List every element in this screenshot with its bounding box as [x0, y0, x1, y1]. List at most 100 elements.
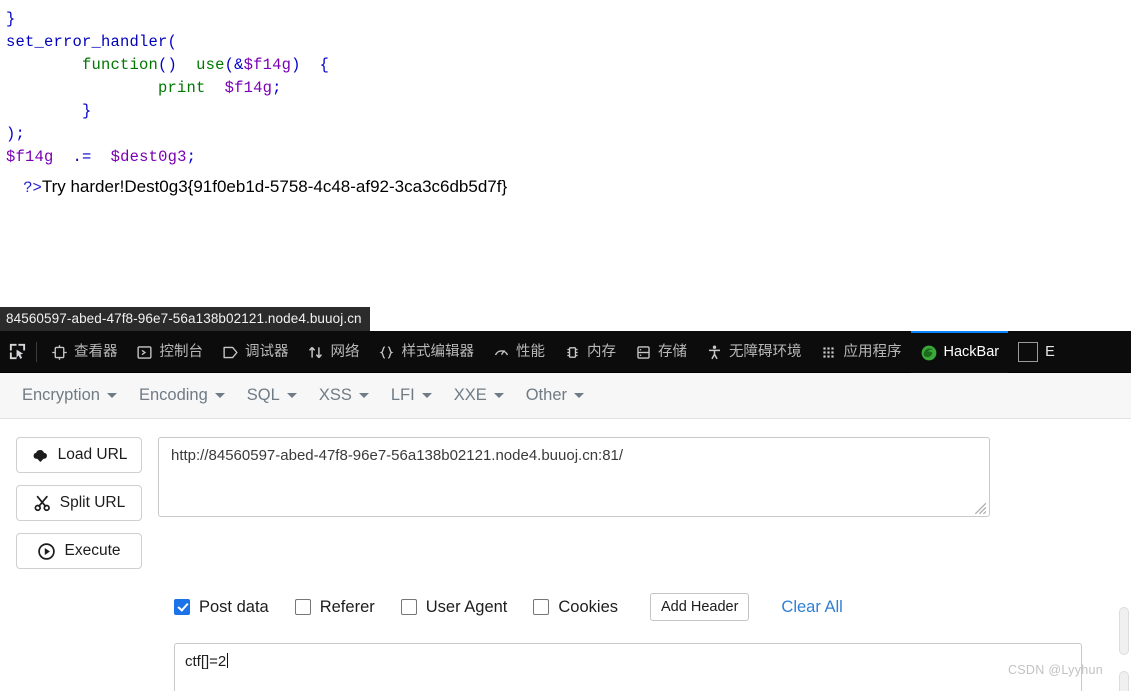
devtools-trailing-label: E	[1045, 343, 1055, 360]
hackbar-menu-xss[interactable]: XSS	[311, 381, 383, 410]
option-user-agent[interactable]: User Agent	[400, 598, 507, 617]
hackbar-menu-label: Other	[525, 386, 567, 404]
hackbar-menu-sql[interactable]: SQL	[239, 381, 311, 410]
checkbox-user-agent[interactable]	[400, 599, 417, 615]
devtools-tab-1[interactable]: 查看器	[41, 331, 127, 373]
devtools-tab-9[interactable]: 无障碍环境	[696, 331, 811, 373]
hackbar-menu-encryption[interactable]: Encryption	[14, 381, 131, 410]
add-header-button[interactable]: Add Header	[650, 593, 750, 621]
php-close-tag: ?>	[23, 179, 42, 197]
cloud-download-icon	[31, 446, 50, 465]
code-token: ;	[272, 78, 282, 97]
text-cursor	[227, 653, 229, 668]
chevron-down-icon	[493, 393, 504, 398]
devtools-tab-label: 性能	[516, 344, 545, 361]
hackbar-menu-other[interactable]: Other	[518, 381, 598, 410]
code-token: set_error_handler	[6, 32, 168, 51]
devtools-tab-3[interactable]: 调试器	[212, 331, 298, 373]
devtools-tab-list: 查看器 控制台 调试器 网络 样式编辑器 性能 内存 存储 无障碍环境 应用程序 HackBar	[41, 330, 1009, 373]
code-token: )	[291, 55, 301, 74]
hackbar-menu-label: SQL	[246, 386, 280, 404]
hackbar-url-row: Load URL Split URL Execute http://84560597…	[0, 437, 1131, 569]
status-bar-link-tooltip: 84560597-abed-47f8-96e7-56a138b02121.nod…	[0, 307, 370, 331]
devtools-tab-label: 样式编辑器	[401, 344, 475, 361]
devtools-tab-label: 内存	[587, 344, 616, 361]
hackbar-panel: Encryption Encoding SQL XSS LFI XXE Other Load…	[0, 373, 1131, 691]
code-token: }	[82, 101, 92, 120]
devtools-tab-5[interactable]: 样式编辑器	[369, 331, 484, 373]
hackbar-menu-label: XXE	[453, 386, 487, 404]
devtools-tab-label: 无障碍环境	[729, 344, 802, 361]
devtools-tab-4[interactable]: 网络	[298, 331, 369, 373]
chevron-down-icon	[214, 393, 225, 398]
devtools-tab-6[interactable]: 性能	[483, 331, 554, 373]
button-label: Split URL	[59, 494, 126, 511]
devtools-tab-label: 控制台	[159, 344, 204, 361]
application-icon	[820, 344, 838, 362]
devtools-tab-label: 存储	[658, 344, 687, 361]
checkbox-referer[interactable]	[294, 599, 311, 615]
hackbar-option-checkboxes: Post data Referer User Agent Cookies	[174, 598, 644, 617]
split-url-button[interactable]: Split URL	[16, 485, 142, 521]
button-label: Load URL	[57, 446, 128, 463]
checkbox-post-data[interactable]	[174, 599, 190, 615]
memory-icon	[563, 344, 581, 362]
inspector-icon	[50, 344, 68, 362]
code-token: )	[6, 124, 16, 143]
resize-handle-icon[interactable]	[973, 501, 987, 515]
devtools-tab-2[interactable]: 控制台	[127, 331, 213, 373]
scrollbar-thumb-lower[interactable]	[1119, 671, 1129, 691]
panel-scrollbar[interactable]	[1117, 601, 1131, 691]
hackbar-menu-label: XSS	[318, 386, 352, 404]
devtools-trailing-checkbox[interactable]	[1018, 341, 1039, 362]
code-token: $f14g	[224, 78, 273, 97]
execute-button[interactable]: Execute	[16, 533, 142, 569]
hackbar-icon	[920, 344, 938, 362]
devtools-tab-11[interactable]: HackBar	[910, 330, 1009, 373]
option-post-data[interactable]: Post data	[174, 598, 269, 617]
devtools-tab-8[interactable]: 存储	[625, 331, 696, 373]
code-token: ()	[158, 55, 178, 74]
load-url-button[interactable]: Load URL	[16, 437, 142, 473]
storage-icon	[634, 344, 652, 362]
devtools-tab-label: HackBar	[943, 344, 1000, 361]
scissors-icon	[33, 494, 52, 513]
element-picker-icon	[9, 343, 25, 360]
option-referer[interactable]: Referer	[294, 598, 375, 617]
play-circle-icon	[37, 542, 56, 561]
hackbar-menu-lfi[interactable]: LFI	[383, 381, 446, 410]
clear-all-link[interactable]: Clear All	[781, 598, 842, 617]
devtools-tab-7[interactable]: 内存	[554, 331, 625, 373]
scrollbar-thumb-upper[interactable]	[1119, 607, 1129, 655]
url-input[interactable]: http://84560597-abed-47f8-96e7-56a138b02…	[158, 437, 990, 517]
console-icon	[136, 344, 154, 362]
code-token: (	[167, 32, 178, 51]
style-editor-icon	[378, 344, 396, 362]
post-data-value: ctf[]=2	[185, 653, 227, 670]
hackbar-menu-encoding[interactable]: Encoding	[131, 381, 239, 410]
debugger-icon	[221, 344, 239, 362]
code-token: $f14g	[243, 55, 292, 74]
code-token: function	[82, 55, 159, 74]
browser-page-content: } set_error_handler( function() use(&$f1…	[0, 0, 1131, 330]
hackbar-menu-label: LFI	[390, 386, 415, 404]
php-source-output: } set_error_handler( function() use(&$f1…	[6, 8, 329, 169]
chevron-down-icon	[574, 393, 584, 398]
code-token: ;	[15, 124, 26, 143]
devtools-toolbar: 查看器 控制台 调试器 网络 样式编辑器 性能 内存 存储 无障碍环境 应用程序 HackBar E	[0, 330, 1131, 373]
option-label: Cookies	[558, 597, 619, 616]
post-data-input[interactable]: ctf[]=2	[174, 643, 1082, 691]
option-cookies[interactable]: Cookies	[533, 598, 618, 617]
element-picker-button[interactable]	[0, 331, 34, 373]
chevron-down-icon	[286, 393, 297, 398]
hackbar-menu-label: Encryption	[22, 386, 100, 404]
button-label: Execute	[64, 542, 121, 559]
devtools-tab-10[interactable]: 应用程序	[811, 331, 911, 373]
checkbox-cookies[interactable]	[533, 599, 550, 615]
hackbar-menu-label: Encoding	[138, 386, 208, 404]
hackbar-menu-xxe[interactable]: XXE	[446, 381, 518, 410]
devtools-tab-label: 应用程序	[843, 344, 902, 361]
